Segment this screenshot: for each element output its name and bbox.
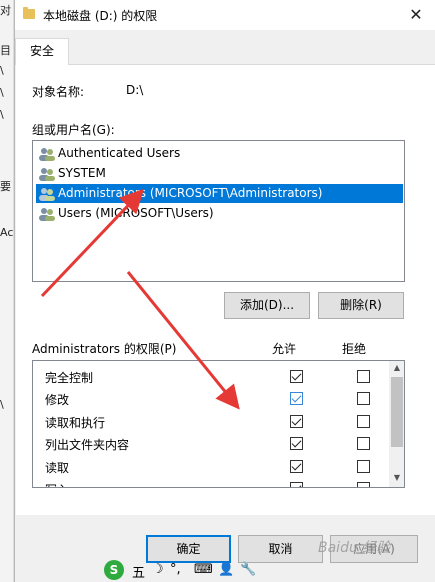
ime-settings-icon[interactable]: 🔧 (240, 562, 256, 577)
ime-logo-icon[interactable]: S (104, 560, 124, 580)
allow-header: 允许 (272, 342, 297, 356)
permissions-list[interactable]: 完全控制 修改 读取和执行 列出文件夹内容 读取 写入 (32, 360, 405, 488)
user-name: Administrators (MICROSOFT\Administrators… (58, 186, 323, 200)
user-item-authenticated-users[interactable]: Authenticated Users (36, 144, 403, 163)
allow-checkbox[interactable] (290, 460, 303, 473)
user-group-icon (39, 168, 55, 181)
ime-toolbar[interactable]: S 五 ☽ °, ⌨ 👤 🔧 (90, 560, 290, 582)
bg-text: 对 (0, 4, 11, 17)
allow-checkbox[interactable] (290, 482, 303, 487)
permission-row: 完全控制 (33, 365, 388, 387)
bg-text: \ (0, 398, 4, 411)
permission-row: 读取和执行 (33, 410, 388, 432)
background-window-edge: 对 目 \ \ \ 要 Ac \ (0, 0, 14, 582)
user-name: Users (MICROSOFT\Users) (58, 206, 214, 220)
permissions-label: Administrators 的权限(P) (32, 342, 177, 356)
bg-text: \ (0, 86, 4, 99)
ime-mode-icon[interactable]: 五 (132, 562, 145, 581)
bg-text: 目 (0, 44, 11, 57)
users-listbox[interactable]: Authenticated Users SYSTEM Administrator… (32, 140, 405, 282)
vertical-scrollbar[interactable]: ▲ ▼ (389, 361, 404, 487)
add-button[interactable]: 添加(D)... (224, 292, 310, 319)
user-item-users[interactable]: Users (MICROSOFT\Users) (36, 204, 403, 223)
user-name: Authenticated Users (58, 146, 181, 160)
permission-row: 读取 (33, 455, 388, 477)
allow-checkbox[interactable] (290, 392, 303, 405)
remove-button[interactable]: 删除(R) (318, 292, 404, 319)
bg-text: Ac (0, 226, 14, 239)
scrollbar-thumb[interactable] (391, 377, 403, 447)
user-group-icon (39, 148, 55, 161)
ok-button[interactable]: 确定 (146, 535, 231, 563)
deny-checkbox[interactable] (357, 437, 370, 450)
folder-icon (23, 7, 35, 19)
bg-text: \ (0, 64, 4, 77)
permission-name: 列出文件夹内容 (45, 438, 130, 452)
ime-keyboard-icon[interactable]: ⌨ (194, 562, 213, 577)
cancel-button[interactable]: 取消 (238, 535, 323, 563)
deny-checkbox[interactable] (357, 370, 370, 383)
object-name-label: 对象名称: (32, 85, 85, 99)
watermark: Baidu 经验 (318, 540, 391, 556)
scroll-up-icon[interactable]: ▲ (392, 363, 402, 372)
bg-text: \ (0, 108, 4, 121)
user-group-icon (39, 208, 55, 221)
deny-checkbox[interactable] (357, 415, 370, 428)
permission-name: 修改 (45, 393, 70, 407)
permission-name: 完全控制 (45, 371, 94, 385)
object-name-value: D:\ (126, 83, 144, 97)
ime-user-icon[interactable]: 👤 (218, 562, 234, 577)
bg-text: 要 (0, 180, 11, 193)
user-item-administrators[interactable]: Administrators (MICROSOFT\Administrators… (36, 184, 403, 203)
title-bar[interactable]: 本地磁盘 (D:) 的权限 ✕ (15, 0, 435, 30)
ime-moon-icon[interactable]: ☽ (152, 562, 164, 577)
deny-header: 拒绝 (342, 342, 367, 356)
permission-name: 读取 (45, 461, 70, 475)
allow-checkbox[interactable] (290, 370, 303, 383)
close-button[interactable]: ✕ (396, 0, 435, 30)
allow-checkbox[interactable] (290, 437, 303, 450)
permission-row: 修改 (33, 387, 388, 409)
permission-name: 写入 (45, 481, 69, 487)
user-item-system[interactable]: SYSTEM (36, 164, 403, 183)
ime-punct-icon[interactable]: °, (170, 562, 181, 577)
dialog-title: 本地磁盘 (D:) 的权限 (43, 9, 158, 23)
user-group-icon (39, 188, 55, 201)
allow-checkbox[interactable] (290, 415, 303, 428)
deny-checkbox[interactable] (357, 482, 370, 487)
permission-row: 写入 (33, 477, 388, 487)
deny-checkbox[interactable] (357, 460, 370, 473)
permissions-dialog: 本地磁盘 (D:) 的权限 ✕ 安全 对象名称: D:\ 组或用户名(G): A… (14, 0, 435, 582)
scroll-down-icon[interactable]: ▼ (392, 473, 402, 482)
deny-checkbox[interactable] (357, 392, 370, 405)
user-name: SYSTEM (58, 166, 106, 180)
group-users-label: 组或用户名(G): (32, 123, 115, 137)
permission-name: 读取和执行 (45, 416, 106, 430)
permission-row: 列出文件夹内容 (33, 432, 388, 454)
tab-security[interactable]: 安全 (15, 38, 69, 65)
